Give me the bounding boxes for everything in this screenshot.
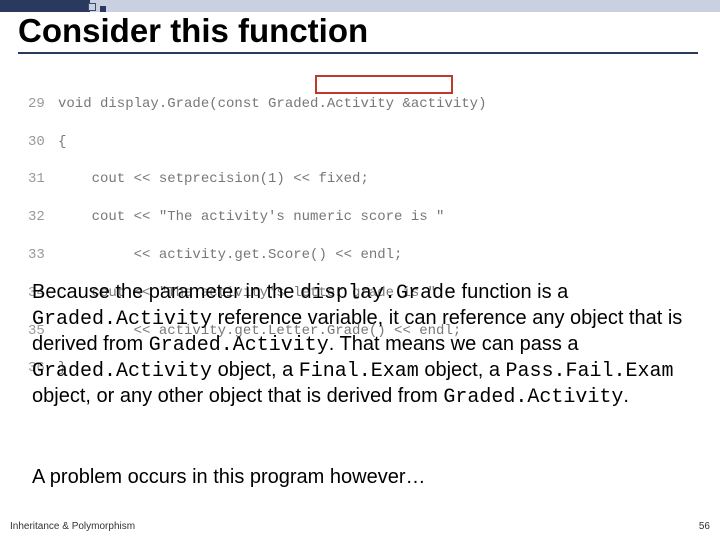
slide-title: Consider this function (18, 12, 698, 54)
code-text: { (58, 134, 66, 150)
code-inline: Pass.Fail.Exam (506, 360, 674, 383)
header-decoration (0, 0, 720, 12)
code-inline: Graded.Activity (32, 360, 212, 383)
line-number: 33 (28, 246, 58, 265)
code-line-32: 32 cout << "The activity's numeric score… (28, 208, 486, 227)
code-text: << activity.get.Score() << endl; (58, 247, 402, 263)
line-number: 29 (28, 95, 58, 114)
code-text: cout << setprecision(1) << fixed; (58, 171, 369, 187)
code-line-30: 30{ (28, 133, 486, 152)
decor-light-bar (90, 0, 720, 12)
code-text: cout << "The activity's numeric score is… (58, 209, 444, 225)
footer-topic: Inheritance & Polymorphism (10, 521, 135, 532)
problem-paragraph: A problem occurs in this program however… (32, 465, 692, 490)
code-inline: Graded.Activity (149, 334, 329, 357)
text-run: object, or any other object that is deri… (32, 385, 443, 407)
text-run: Because the parameter in the (32, 281, 300, 303)
text-run: . (623, 385, 629, 407)
code-inline: Graded.Activity (443, 386, 623, 409)
text-run: . That means we can pass a (329, 333, 579, 355)
decor-square-1 (88, 3, 96, 11)
text-run: function is a (456, 281, 568, 303)
code-inline: display.Grade (300, 282, 456, 305)
code-line-29: 29void display.Grade(const Graded.Activi… (28, 95, 486, 114)
code-inline: Final.Exam (299, 360, 419, 383)
text-run: object, a (212, 359, 299, 381)
explanation-paragraph: Because the parameter in the display.Gra… (32, 280, 692, 410)
code-text: void display.Grade(const Graded.Activity… (58, 96, 486, 112)
code-line-33: 33 << activity.get.Score() << endl; (28, 246, 486, 265)
line-number: 32 (28, 208, 58, 227)
slide-number: 56 (699, 521, 710, 532)
line-number: 30 (28, 133, 58, 152)
decor-dark-bar (0, 0, 90, 12)
line-number: 31 (28, 170, 58, 189)
code-inline: Graded.Activity (32, 308, 212, 331)
text-run: object, a (419, 359, 506, 381)
code-line-31: 31 cout << setprecision(1) << fixed; (28, 170, 486, 189)
